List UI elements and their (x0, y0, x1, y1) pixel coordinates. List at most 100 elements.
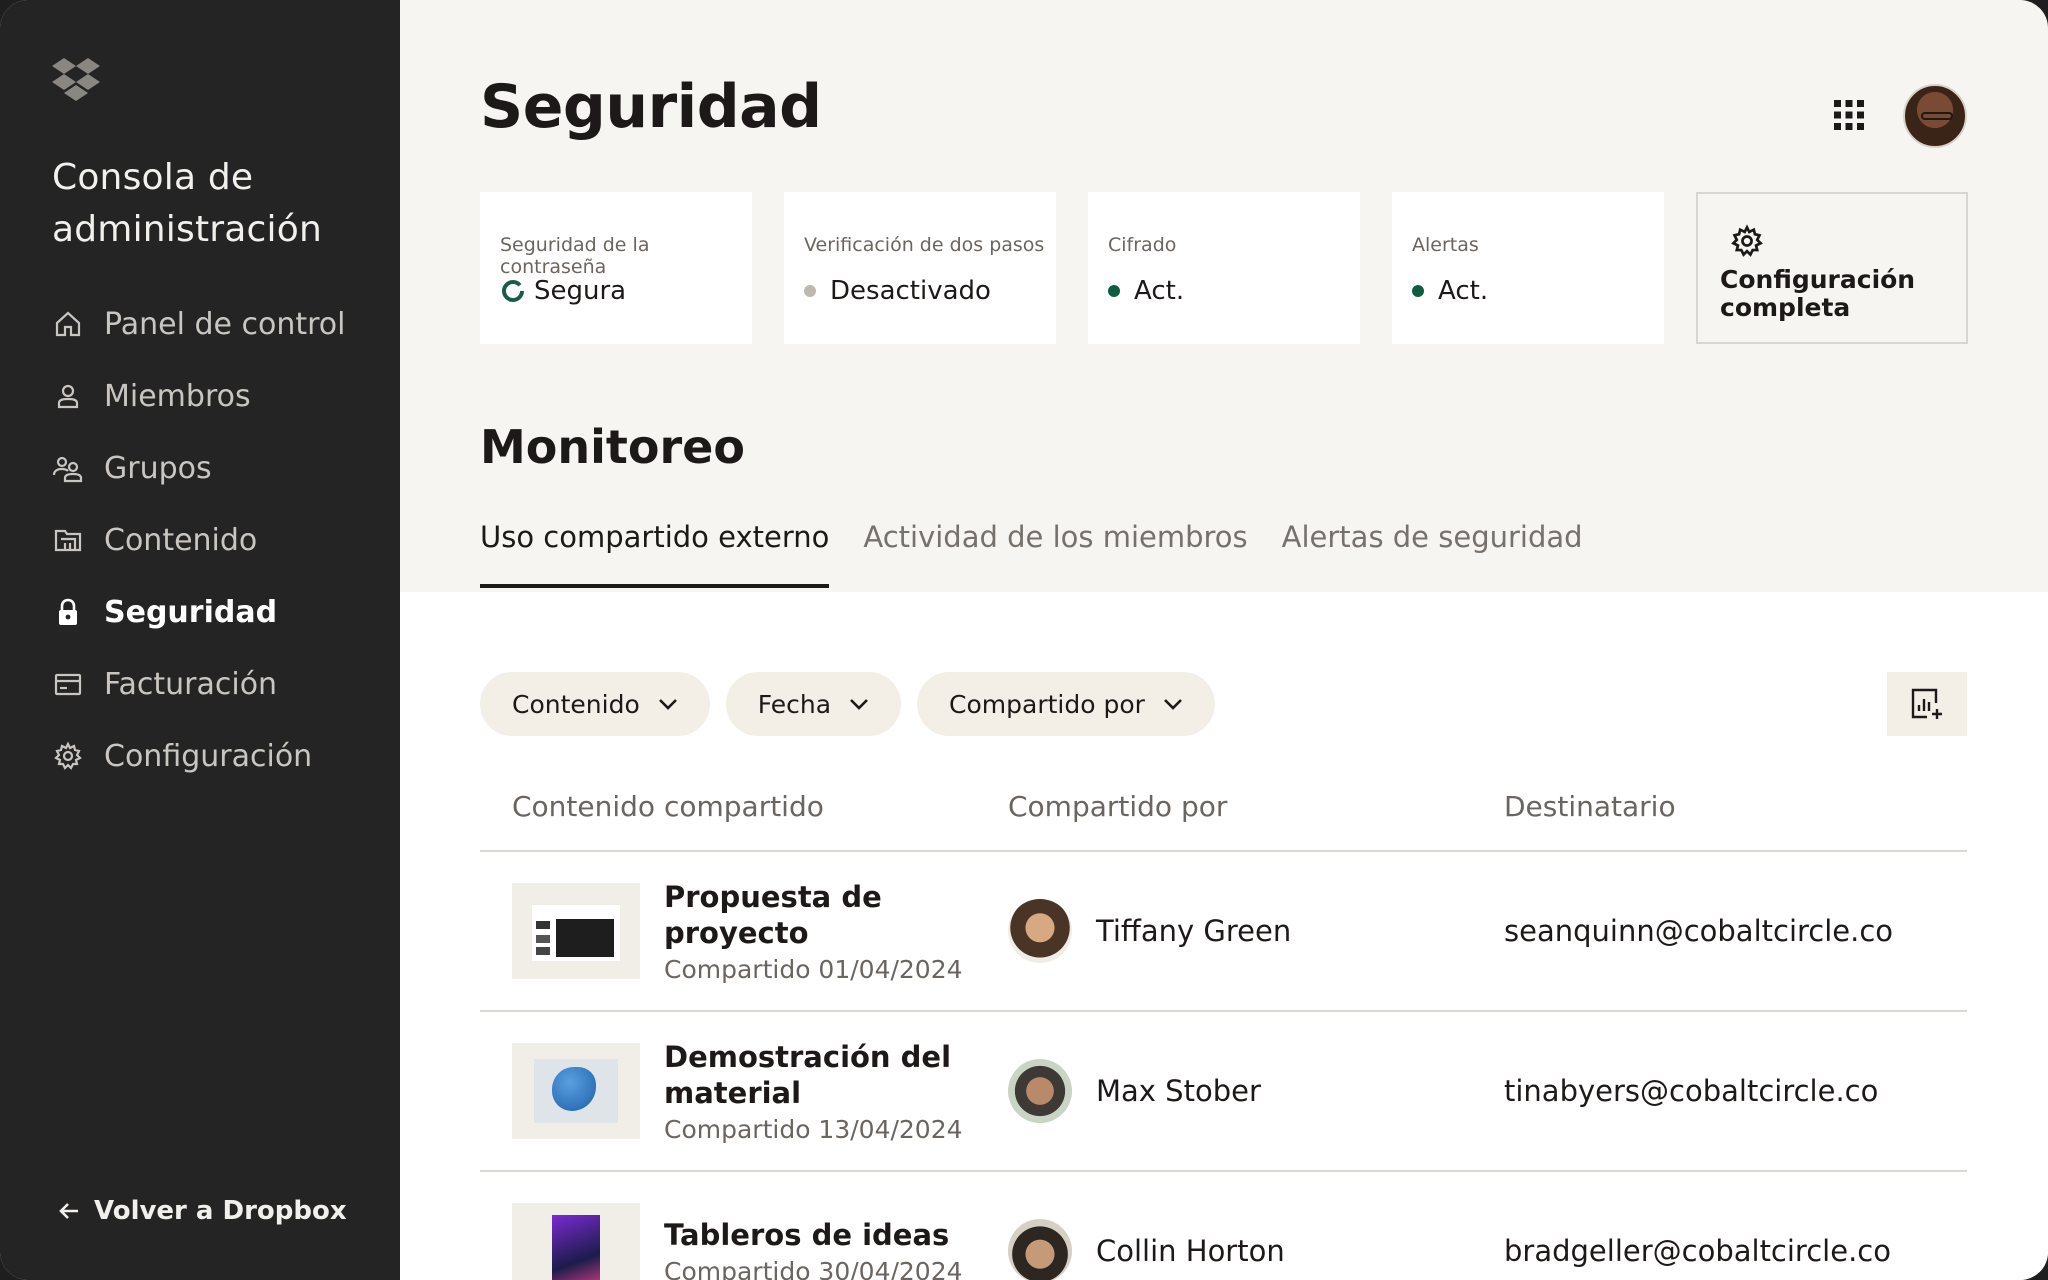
file-info: Tableros de ideas Compartido 30/04/2024 (664, 1217, 963, 1280)
file-thumbnail (512, 883, 640, 979)
sidebar-nav: Panel de control Miembros Grupos Conteni… (52, 288, 372, 792)
card-value: Segura (500, 276, 626, 306)
lock-icon (52, 596, 84, 628)
sidebar-item-label: Grupos (104, 450, 212, 486)
config-label: Configuración completa (1720, 265, 1916, 322)
table-row[interactable]: Demostración del material Compartido 13/… (480, 1012, 1967, 1172)
monitoring-tabs: Uso compartido externo Actividad de los … (480, 520, 1583, 588)
tab-member-activity[interactable]: Actividad de los miembros (863, 520, 1247, 588)
shared-content-table: Contenido compartido Compartido por Dest… (480, 790, 1967, 1280)
shared-by-cell: Collin Horton (976, 1219, 1472, 1280)
two-step-card[interactable]: Verificación de dos pasos Desactivado (784, 192, 1056, 344)
sidebar-item-label: Contenido (104, 522, 258, 558)
avatar (1008, 1059, 1072, 1123)
table-header: Contenido compartido Compartido por Dest… (480, 790, 1967, 852)
card-value-text: Desactivado (830, 276, 991, 306)
sidebar-item-groups[interactable]: Grupos (52, 432, 372, 504)
shared-by-cell: Tiffany Green (976, 899, 1472, 963)
arrow-left-icon (59, 1203, 78, 1219)
card-value-text: Act. (1134, 276, 1185, 306)
chevron-down-icon (850, 699, 868, 710)
sidebar-item-settings[interactable]: Configuración (52, 720, 372, 792)
security-cards: Seguridad de la contraseña Segura Verifi… (480, 192, 1968, 344)
home-icon (52, 308, 84, 340)
table-row[interactable]: Tableros de ideas Compartido 30/04/2024 … (480, 1172, 1967, 1280)
file-title: Tableros de ideas (664, 1217, 950, 1252)
page-title: Seguridad (480, 72, 822, 142)
sidebar: Consola de administración Panel de contr… (0, 0, 400, 1280)
sidebar-item-security[interactable]: Seguridad (52, 576, 372, 648)
status-dot (1412, 285, 1424, 297)
app-grid-icon[interactable] (1832, 98, 1866, 132)
billing-icon (52, 668, 84, 700)
tab-security-alerts[interactable]: Alertas de seguridad (1282, 520, 1583, 588)
avatar (1008, 899, 1072, 963)
sidebar-item-members[interactable]: Miembros (52, 360, 372, 432)
filter-bar: Contenido Fecha Compartido por (480, 672, 1215, 736)
shared-by-cell: Max Stober (976, 1059, 1472, 1123)
table-row[interactable]: Propuesta de proyecto Compartido 01/04/2… (480, 852, 1967, 1012)
sidebar-item-label: Facturación (104, 666, 278, 702)
filter-label: Compartido por (949, 689, 1145, 719)
recipient-cell: seanquinn@cobaltcircle.co (1504, 914, 1894, 948)
add-report-button[interactable] (1887, 672, 1967, 736)
section-title: Monitoreo (480, 420, 745, 474)
app-window: Consola de administración Panel de contr… (0, 0, 2048, 1280)
file-info: Demostración del material Compartido 13/… (664, 1039, 976, 1144)
content-cell: Tableros de ideas Compartido 30/04/2024 (480, 1203, 976, 1280)
full-config-card[interactable]: Configuración completa (1696, 192, 1968, 344)
sidebar-item-label: Configuración (104, 738, 313, 774)
file-title: Demostración del material (664, 1039, 952, 1110)
file-thumbnail (512, 1203, 640, 1280)
back-to-dropbox-link[interactable]: Volver a Dropbox (58, 1196, 347, 1226)
back-link-label: Volver a Dropbox (94, 1196, 347, 1226)
sidebar-item-billing[interactable]: Facturación (52, 648, 372, 720)
card-label: Seguridad de la contraseña (500, 234, 650, 278)
file-info: Propuesta de proyecto Compartido 01/04/2… (664, 879, 976, 984)
main-content: Seguridad Seguridad de la contraseña Seg… (400, 0, 2048, 1280)
status-dot (1108, 285, 1120, 297)
sidebar-item-dashboard[interactable]: Panel de control (52, 288, 372, 360)
card-value-text: Act. (1438, 276, 1489, 306)
chevron-down-icon (1164, 699, 1182, 710)
column-header-content[interactable]: Contenido compartido (480, 790, 976, 850)
sharing-panel: Contenido Fecha Compartido por Contenido… (400, 592, 2048, 1280)
sidebar-item-label: Seguridad (104, 594, 278, 630)
filter-shared-by-dropdown[interactable]: Compartido por (917, 672, 1215, 736)
tab-external-sharing[interactable]: Uso compartido externo (480, 520, 830, 588)
sidebar-item-content[interactable]: Contenido (52, 504, 372, 576)
password-strength-card[interactable]: Seguridad de la contraseña Segura (480, 192, 752, 344)
filter-date-dropdown[interactable]: Fecha (725, 672, 902, 736)
recipient-cell: tinabyers@cobaltcircle.co (1504, 1074, 1879, 1108)
shared-by-name: Max Stober (1096, 1074, 1261, 1108)
chevron-down-icon (658, 699, 677, 710)
column-header-shared-by[interactable]: Compartido por (976, 790, 1472, 850)
user-avatar[interactable] (1903, 84, 1967, 148)
card-label: Verificación de dos pasos (804, 234, 1045, 256)
gear-icon (1731, 224, 1763, 257)
alerts-card[interactable]: Alertas Act. (1392, 192, 1664, 344)
filter-label: Contenido (512, 689, 640, 719)
gear-icon (52, 740, 84, 772)
strength-ring-icon (502, 280, 524, 302)
card-value: Act. (1412, 276, 1488, 306)
dropbox-logo-icon[interactable] (52, 58, 100, 102)
console-title: Consola de administración (52, 157, 322, 250)
card-label: Alertas (1412, 234, 1479, 256)
recipient-cell: bradgeller@cobaltcircle.co (1504, 1234, 1891, 1268)
column-header-recipient[interactable]: Destinatario (1472, 790, 1967, 850)
shared-by-name: Tiffany Green (1096, 914, 1292, 948)
filter-content-dropdown[interactable]: Contenido (480, 672, 710, 736)
file-thumbnail (512, 1043, 640, 1139)
sidebar-item-label: Panel de control (104, 306, 346, 342)
file-date: Compartido 01/04/2024 (664, 954, 963, 984)
card-value-text: Segura (534, 276, 627, 306)
file-date: Compartido 13/04/2024 (664, 1114, 963, 1144)
content-cell: Propuesta de proyecto Compartido 01/04/2… (480, 879, 976, 984)
card-label: Cifrado (1108, 234, 1177, 256)
encryption-card[interactable]: Cifrado Act. (1088, 192, 1360, 344)
content-cell: Demostración del material Compartido 13/… (480, 1039, 976, 1144)
card-value: Act. (1108, 276, 1184, 306)
group-icon (52, 452, 84, 484)
status-dot (804, 285, 816, 297)
